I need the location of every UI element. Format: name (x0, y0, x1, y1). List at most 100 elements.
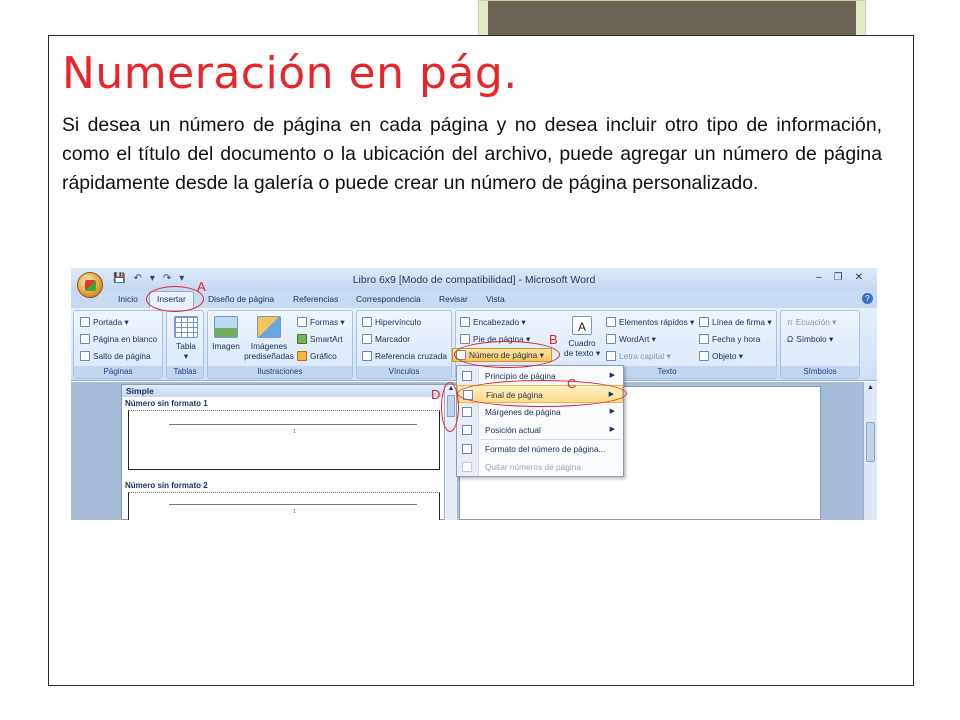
office-logo-icon (85, 280, 96, 291)
menu-item-posicion-actual[interactable]: Posición actual ▶ (457, 421, 623, 439)
calendar-icon (699, 334, 709, 344)
annotation-circle-b (454, 341, 560, 368)
remove-page-numbers-icon (462, 462, 472, 472)
portada-button[interactable]: Portada ▾ (80, 317, 129, 327)
word-screenshot: 💾 ↶ ▾ ↷ ▾ Libro 6x9 [Modo de compatibili… (71, 268, 877, 520)
date-time-button[interactable]: Fecha y hora (699, 334, 760, 344)
bookmark-button[interactable]: Marcador (362, 334, 410, 344)
window-controls: – ❐ ✕ (816, 272, 863, 283)
preview-page-number: 1 (293, 509, 296, 515)
tab-revisar[interactable]: Revisar (439, 294, 468, 304)
wordart-icon (606, 334, 616, 344)
object-icon (699, 351, 709, 361)
shapes-icon (297, 317, 307, 327)
shapes-button[interactable]: Formas ▾ (297, 317, 345, 327)
group-tablas: Tabla ▾ Tablas (166, 310, 204, 379)
submenu-arrow-icon: ▶ (609, 408, 615, 415)
gallery-option-label-1: Número sin formato 1 (125, 399, 208, 408)
title-bar: 💾 ↶ ▾ ↷ ▾ Libro 6x9 [Modo de compatibili… (71, 268, 877, 290)
gallery-option-1[interactable]: 1 (128, 410, 440, 470)
table-icon (174, 316, 198, 338)
chart-button[interactable]: Gráfico (297, 351, 337, 361)
tab-inicio[interactable]: Inicio (118, 294, 138, 304)
current-position-icon (462, 425, 472, 435)
window-title: Libro 6x9 [Modo de compatibilidad] - Mic… (352, 274, 596, 286)
page-number-gallery: Simple Número sin formato 1 1 Número sin… (121, 384, 457, 520)
group-label-vinculos: Vínculos (357, 366, 451, 378)
signature-line-button[interactable]: Línea de firma ▾ (699, 317, 772, 327)
picture-button[interactable]: Imagen (210, 316, 242, 351)
office-button[interactable] (77, 272, 103, 298)
clip-art-icon (257, 316, 281, 338)
group-label-simbolos: Símbolos (781, 366, 859, 378)
tab-vista[interactable]: Vista (486, 294, 505, 304)
maximize-icon[interactable]: ❐ (834, 272, 843, 283)
preview-page-number: 1 (293, 429, 296, 435)
hyperlink-button[interactable]: Hipervínculo (362, 317, 421, 327)
picture-icon (214, 316, 238, 338)
header-line (169, 424, 417, 425)
blank-page-button[interactable]: Página en blanco (80, 334, 157, 344)
footer-icon (460, 334, 470, 344)
minimize-icon[interactable]: – (816, 272, 822, 283)
page-break-icon (80, 351, 90, 361)
group-label-paginas: Páginas (74, 366, 162, 378)
slide-body-text: Si desea un número de página en cada pág… (62, 114, 882, 194)
annotation-label-d: D (431, 387, 441, 402)
document-scrollbar[interactable]: ▲ (863, 382, 877, 520)
group-ilustraciones: Imagen Imágenes prediseñadas Formas ▾ Sm… (207, 310, 353, 379)
signature-line-icon (699, 317, 709, 327)
quick-parts-icon (606, 317, 616, 327)
object-button[interactable]: Objeto ▾ (699, 351, 743, 361)
tab-referencias[interactable]: Referencias (293, 294, 338, 304)
cover-page-icon (80, 317, 90, 327)
menu-item-quitar-numeros[interactable]: Quitar números de página (457, 458, 623, 476)
smartart-button[interactable]: SmartArt (297, 334, 343, 344)
hyperlink-icon (362, 317, 372, 327)
menu-item-formato-numero[interactable]: Formato del número de página... (457, 440, 623, 458)
wordart-button[interactable]: WordArt ▾ (606, 334, 656, 344)
group-label-tablas: Tablas (167, 366, 203, 378)
gallery-option-2[interactable]: 1 (128, 492, 440, 520)
gallery-option-label-2: Número sin formato 2 (125, 481, 208, 490)
text-box-button[interactable]: A Cuadro de texto ▾ (562, 316, 602, 358)
symbol-button[interactable]: Ω Símbolo ▾ (787, 334, 833, 344)
drop-cap-button[interactable]: Letra capital ▾ (606, 351, 671, 361)
omega-icon: Ω (787, 334, 794, 344)
tab-correspondencia[interactable]: Correspondencia (356, 294, 421, 304)
annotation-label-a: A (197, 279, 206, 294)
clip-art-button[interactable]: Imágenes prediseñadas (244, 316, 294, 361)
group-vinculos: Hipervínculo Marcador Referencia cruzada… (356, 310, 452, 379)
cross-reference-button[interactable]: Referencia cruzada (362, 351, 447, 361)
header-button[interactable]: Encabezado ▾ (460, 317, 526, 327)
blank-page-icon (80, 334, 90, 344)
submenu-arrow-icon: ▶ (609, 372, 615, 379)
tab-diseno-de-pagina[interactable]: Diseño de página (208, 294, 274, 304)
top-of-page-icon (462, 371, 472, 381)
group-simbolos: π Ecuación ▾ Ω Símbolo ▾ Símbolos (780, 310, 860, 379)
page-margins-icon (462, 407, 472, 417)
annotation-circle-a (146, 286, 204, 312)
scroll-up-icon[interactable]: ▲ (864, 384, 877, 391)
page-break-button[interactable]: Salto de página (80, 351, 151, 361)
drop-cap-icon (606, 351, 616, 361)
group-label-ilustraciones: Ilustraciones (208, 366, 352, 378)
table-button[interactable]: Tabla ▾ (173, 316, 199, 361)
annotation-label-c: C (567, 376, 577, 391)
annotation-circle-c (457, 380, 627, 407)
text-box-icon: A (572, 316, 592, 335)
submenu-arrow-icon: ▶ (609, 426, 615, 433)
annotation-circle-d (441, 382, 459, 432)
equation-button[interactable]: π Ecuación ▾ (787, 317, 836, 327)
help-icon[interactable]: ? (862, 293, 873, 304)
close-icon[interactable]: ✕ (855, 272, 863, 283)
group-paginas: Portada ▾ Página en blanco Salto de pági… (73, 310, 163, 379)
bookmark-icon (362, 334, 372, 344)
scrollbar-thumb[interactable] (866, 422, 875, 462)
cross-reference-icon (362, 351, 372, 361)
pi-icon: π (787, 317, 793, 327)
smartart-icon (297, 334, 307, 344)
annotation-label-b: B (549, 332, 558, 347)
quick-parts-button[interactable]: Elementos rápidos ▾ (606, 317, 694, 327)
header-icon (460, 317, 470, 327)
